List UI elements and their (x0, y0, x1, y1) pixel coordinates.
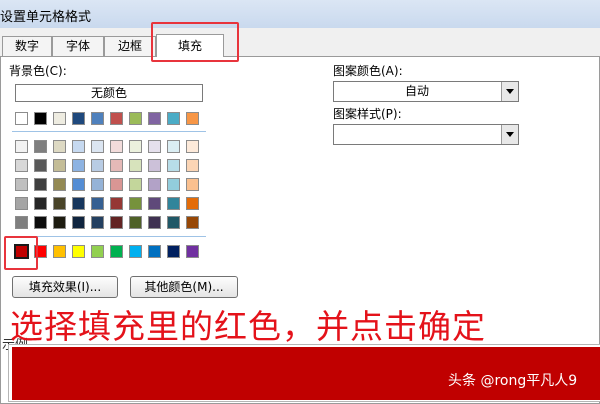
tab-fill[interactable]: 填充 (156, 34, 224, 57)
pattern-style-select[interactable] (333, 124, 519, 145)
theme-shade-row4-swatch-10[interactable] (186, 197, 199, 210)
title-bar: 设置单元格格式 (0, 0, 600, 29)
theme-shade-row5-swatch-4[interactable] (72, 216, 85, 229)
palette-divider (12, 236, 206, 237)
theme-shade-row3-swatch-1[interactable] (15, 178, 28, 191)
theme-shade-row5-swatch-1[interactable] (15, 216, 28, 229)
theme-shade-row3-swatch-10[interactable] (186, 178, 199, 191)
theme-shade-row4-swatch-3[interactable] (53, 197, 66, 210)
standard-color-swatch-2[interactable] (34, 245, 47, 258)
theme-shade-row3-swatch-7[interactable] (129, 178, 142, 191)
theme-shade-row5-swatch-3[interactable] (53, 216, 66, 229)
tab-font[interactable]: 字体 (52, 36, 104, 56)
theme-color-swatch-10[interactable] (186, 112, 199, 125)
theme-shade-row1-swatch-6[interactable] (110, 140, 123, 153)
theme-shade-row5-swatch-10[interactable] (186, 216, 199, 229)
tab-border[interactable]: 边框 (104, 36, 156, 56)
theme-shade-row2-swatch-10[interactable] (186, 159, 199, 172)
standard-color-swatch-4[interactable] (72, 245, 85, 258)
pattern-color-select[interactable]: 自动 (333, 81, 519, 102)
theme-shade-row5-swatch-9[interactable] (167, 216, 180, 229)
theme-shade-row1-swatch-3[interactable] (53, 140, 66, 153)
theme-shade-row5-swatch-6[interactable] (110, 216, 123, 229)
theme-shade-row2-swatch-6[interactable] (110, 159, 123, 172)
theme-shade-row1-swatch-2[interactable] (34, 140, 47, 153)
theme-shade-row3-swatch-6[interactable] (110, 178, 123, 191)
standard-color-swatch-6[interactable] (110, 245, 123, 258)
fill-effects-button[interactable]: 填充效果(I)... (12, 276, 118, 298)
theme-shade-row4-swatch-6[interactable] (110, 197, 123, 210)
standard-color-swatch-7[interactable] (129, 245, 142, 258)
pattern-color-value: 自动 (404, 84, 429, 98)
theme-color-swatch-9[interactable] (167, 112, 180, 125)
watermark: 头条 @rong平凡人9 (448, 373, 578, 389)
pattern-color-label: 图案颜色(A): (333, 64, 403, 78)
theme-shade-row3-swatch-4[interactable] (72, 178, 85, 191)
theme-shade-row4-swatch-2[interactable] (34, 197, 47, 210)
standard-color-swatch-10[interactable] (186, 245, 199, 258)
window-title: 设置单元格格式 (0, 10, 92, 25)
theme-shade-row1-swatch-10[interactable] (186, 140, 199, 153)
theme-shade-row3-swatch-5[interactable] (91, 178, 104, 191)
theme-shade-row5-swatch-2[interactable] (34, 216, 47, 229)
theme-shade-row3-swatch-2[interactable] (34, 178, 47, 191)
pattern-style-label: 图案样式(P): (333, 107, 402, 121)
theme-color-swatch-8[interactable] (148, 112, 161, 125)
theme-shade-row1-swatch-9[interactable] (167, 140, 180, 153)
theme-color-swatch-4[interactable] (72, 112, 85, 125)
standard-color-swatch-9[interactable] (167, 245, 180, 258)
theme-color-swatch-3[interactable] (53, 112, 66, 125)
theme-shade-row4-swatch-5[interactable] (91, 197, 104, 210)
theme-shade-row5-swatch-7[interactable] (129, 216, 142, 229)
theme-shade-row2-swatch-1[interactable] (15, 159, 28, 172)
theme-color-swatch-6[interactable] (110, 112, 123, 125)
theme-shade-row1-swatch-4[interactable] (72, 140, 85, 153)
theme-shade-row5-swatch-5[interactable] (91, 216, 104, 229)
theme-color-swatch-5[interactable] (91, 112, 104, 125)
theme-shade-row4-swatch-8[interactable] (148, 197, 161, 210)
chevron-down-icon[interactable] (501, 125, 518, 144)
theme-shade-row2-swatch-8[interactable] (148, 159, 161, 172)
tab-strip: 数字 字体 边框 填充 (0, 34, 600, 57)
background-color-label: 背景色(C): (9, 64, 67, 78)
standard-color-swatch-3[interactable] (53, 245, 66, 258)
theme-shade-row4-swatch-4[interactable] (72, 197, 85, 210)
theme-shade-row5-swatch-8[interactable] (148, 216, 161, 229)
standard-color-swatch-8[interactable] (148, 245, 161, 258)
palette-divider (12, 131, 206, 132)
theme-shade-row2-swatch-3[interactable] (53, 159, 66, 172)
theme-shade-row1-swatch-8[interactable] (148, 140, 161, 153)
instruction-caption: 选择填充里的红色，并点击确定 (10, 307, 486, 346)
theme-shade-row4-swatch-7[interactable] (129, 197, 142, 210)
theme-shade-row4-swatch-9[interactable] (167, 197, 180, 210)
theme-color-swatch-2[interactable] (34, 112, 47, 125)
theme-color-swatch-7[interactable] (129, 112, 142, 125)
more-colors-button[interactable]: 其他颜色(M)... (130, 276, 238, 298)
theme-shade-row1-swatch-5[interactable] (91, 140, 104, 153)
theme-shade-row3-swatch-3[interactable] (53, 178, 66, 191)
no-color-button[interactable]: 无颜色 (15, 84, 203, 102)
theme-shade-row3-swatch-9[interactable] (167, 178, 180, 191)
theme-shade-row2-swatch-7[interactable] (129, 159, 142, 172)
theme-shade-row1-swatch-7[interactable] (129, 140, 142, 153)
theme-shade-row1-swatch-1[interactable] (15, 140, 28, 153)
theme-color-swatch-1[interactable] (15, 112, 28, 125)
standard-color-swatch-1[interactable] (14, 244, 29, 259)
theme-shade-row2-swatch-9[interactable] (167, 159, 180, 172)
theme-shade-row2-swatch-5[interactable] (91, 159, 104, 172)
theme-shade-row3-swatch-8[interactable] (148, 178, 161, 191)
chevron-down-icon[interactable] (501, 82, 518, 101)
theme-shade-row2-swatch-2[interactable] (34, 159, 47, 172)
tab-number[interactable]: 数字 (2, 36, 52, 56)
standard-color-swatch-5[interactable] (91, 245, 104, 258)
theme-shade-row2-swatch-4[interactable] (72, 159, 85, 172)
theme-shade-row4-swatch-1[interactable] (15, 197, 28, 210)
